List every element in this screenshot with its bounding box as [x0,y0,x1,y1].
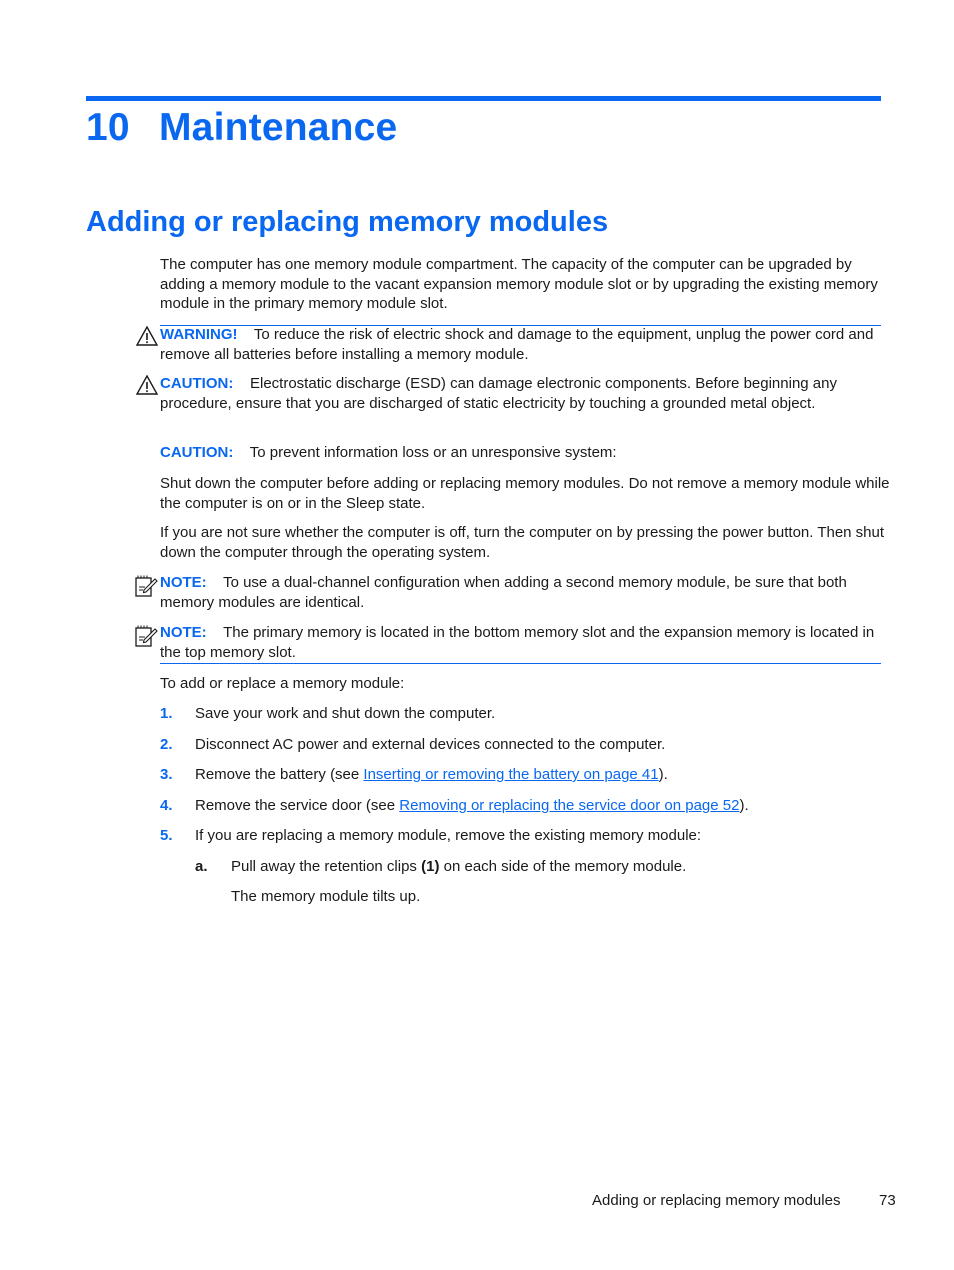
chapter-rule [86,96,881,101]
substep-text-pre: Pull away the retention clips [231,858,422,875]
note-notice-dual-channel: NOTE: To use a dual-channel configuratio… [160,573,890,612]
warning-label: WARNING! [160,326,238,343]
substep-text-post: on each side of the memory module. [439,858,687,875]
step-number: 5. [160,827,173,844]
step-text-pre: Remove the service door (see [195,797,400,814]
warning-notice: WARNING! To reduce the risk of electric … [160,325,890,364]
step-text: Remove the battery (see Inserting or rem… [195,765,668,785]
warning-triangle-icon [136,326,158,346]
caution-notice-info-loss: CAUTION: To prevent information loss or … [160,443,890,463]
chapter-name: Maintenance [159,106,398,149]
step-number: 4. [160,797,173,814]
step-text: If you are replacing a memory module, re… [195,827,702,844]
battery-page-link[interactable]: Inserting or removing the battery on pag… [363,766,658,783]
procedure-intro: To add or replace a memory module: [160,675,405,692]
substep-letter: a. [195,858,208,875]
note-notice-slots: NOTE: The primary memory is located in t… [160,623,890,662]
caution-label: CAUTION: [160,375,234,392]
note-label: NOTE: [160,574,207,591]
chapter-title: 10 Maintenance [86,106,397,150]
warning-text: To reduce the risk of electric shock and… [160,326,874,363]
service-door-page-link[interactable]: Removing or replacing the service door o… [399,797,739,814]
note-text: The primary memory is located in the bot… [160,624,875,661]
caution-text: Electrostatic discharge (ESD) can damage… [160,375,837,412]
intro-paragraph: The computer has one memory module compa… [160,256,878,312]
page-number: 73 [879,1192,896,1209]
caution-notice-esd: CAUTION: Electrostatic discharge (ESD) c… [160,374,890,413]
chapter-number: 10 [86,106,130,149]
step-number: 3. [160,766,173,783]
caution-label: CAUTION: [160,444,234,461]
section-title: Adding or replacing memory modules [86,206,609,238]
step-text-post: ). [739,797,749,814]
step-text: Remove the service door (see Removing or… [195,796,749,816]
step-text-pre: Remove the battery (see [195,766,364,783]
step-number: 1. [160,705,173,722]
note-pad-icon [135,625,158,647]
notice-rule-bottom [160,663,881,664]
note-text: To use a dual-channel configuration when… [160,574,847,611]
note-pad-icon [135,575,158,597]
step-text-post: ). [658,766,668,783]
warning-triangle-icon [136,375,158,395]
substep-text: Pull away the retention clips (1) on eac… [231,857,686,877]
step-text: Save your work and shut down the compute… [195,705,496,722]
step-text: Disconnect AC power and external devices… [195,736,666,753]
note-label: NOTE: [160,624,207,641]
caution-paragraph: Shut down the computer before adding or … [160,475,890,512]
page-footer: Adding or replacing memory modules 73 [592,1192,896,1209]
caution-paragraph: If you are not sure whether the computer… [160,524,885,561]
footer-section-title: Adding or replacing memory modules [592,1192,841,1209]
substep-result-text: The memory module tilts up. [231,888,421,905]
step-number: 2. [160,736,173,753]
callout-number: (1) [421,858,440,875]
caution-text: To prevent information loss or an unresp… [249,444,617,461]
